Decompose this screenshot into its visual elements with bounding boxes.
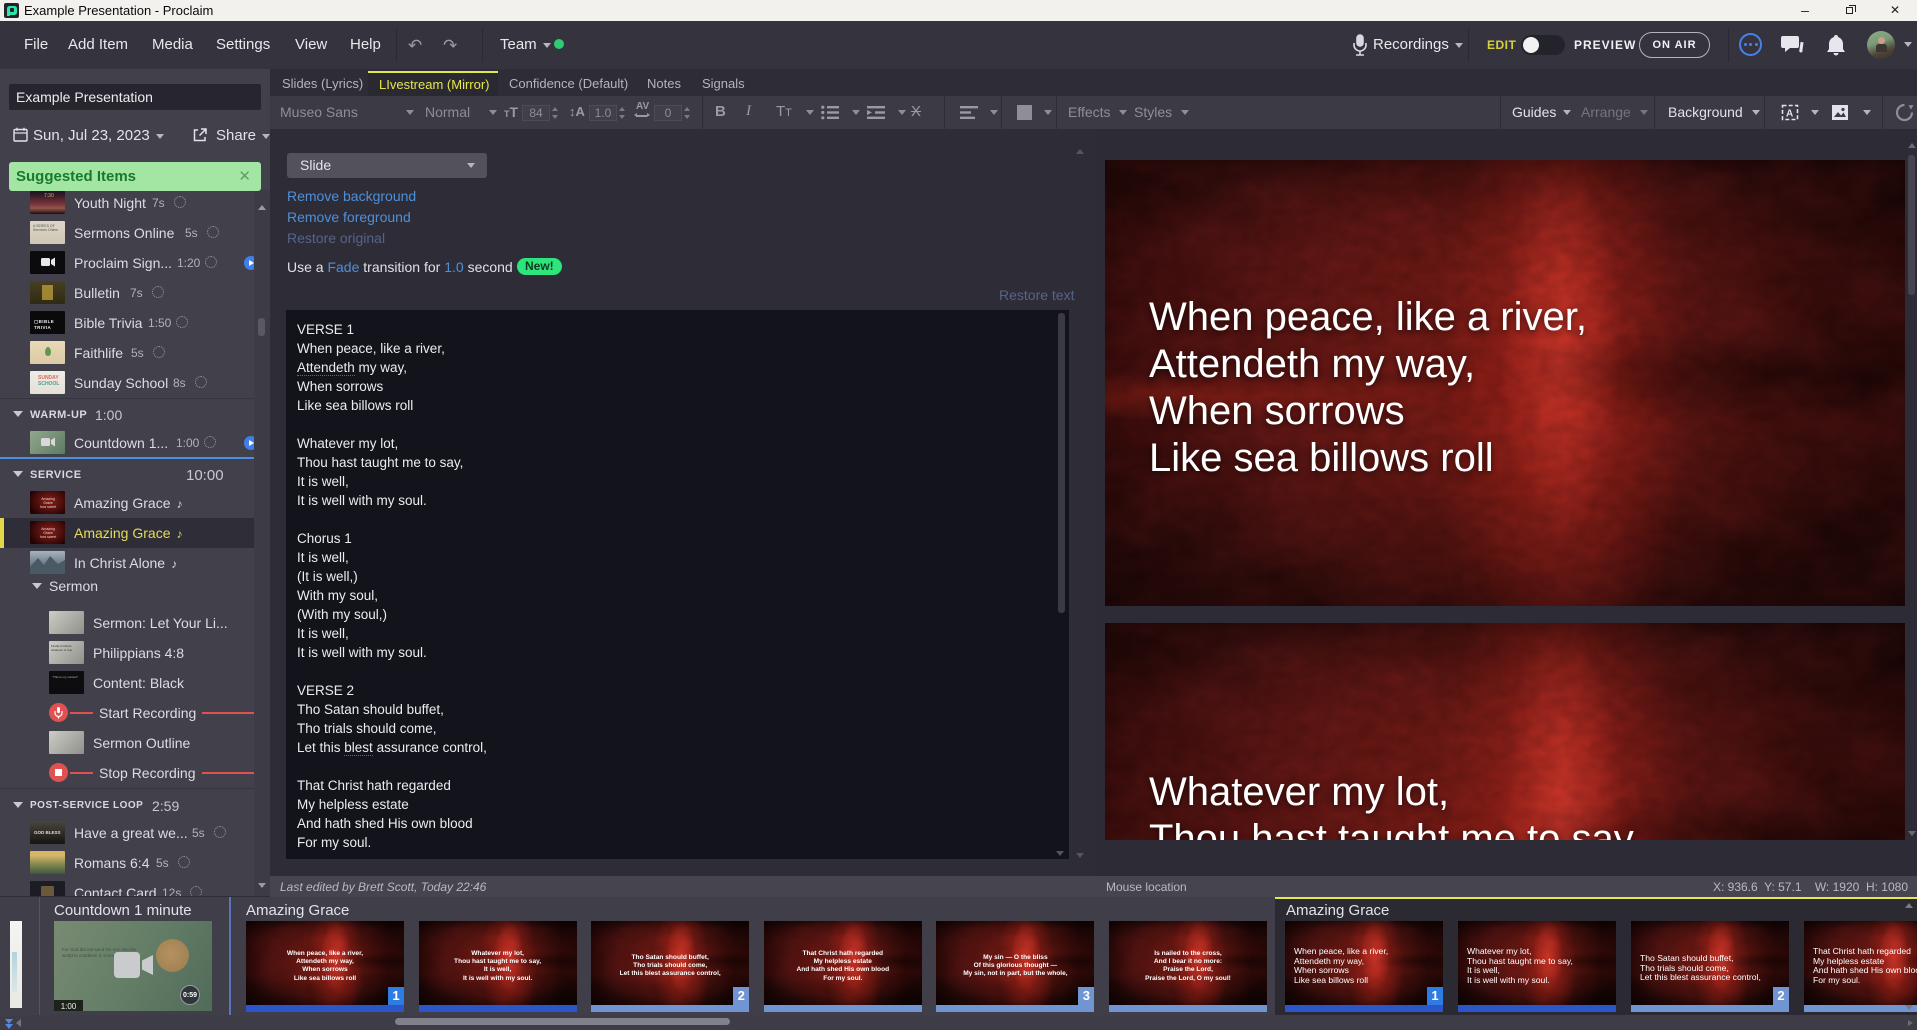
svg-text:A: A <box>1786 109 1793 120</box>
